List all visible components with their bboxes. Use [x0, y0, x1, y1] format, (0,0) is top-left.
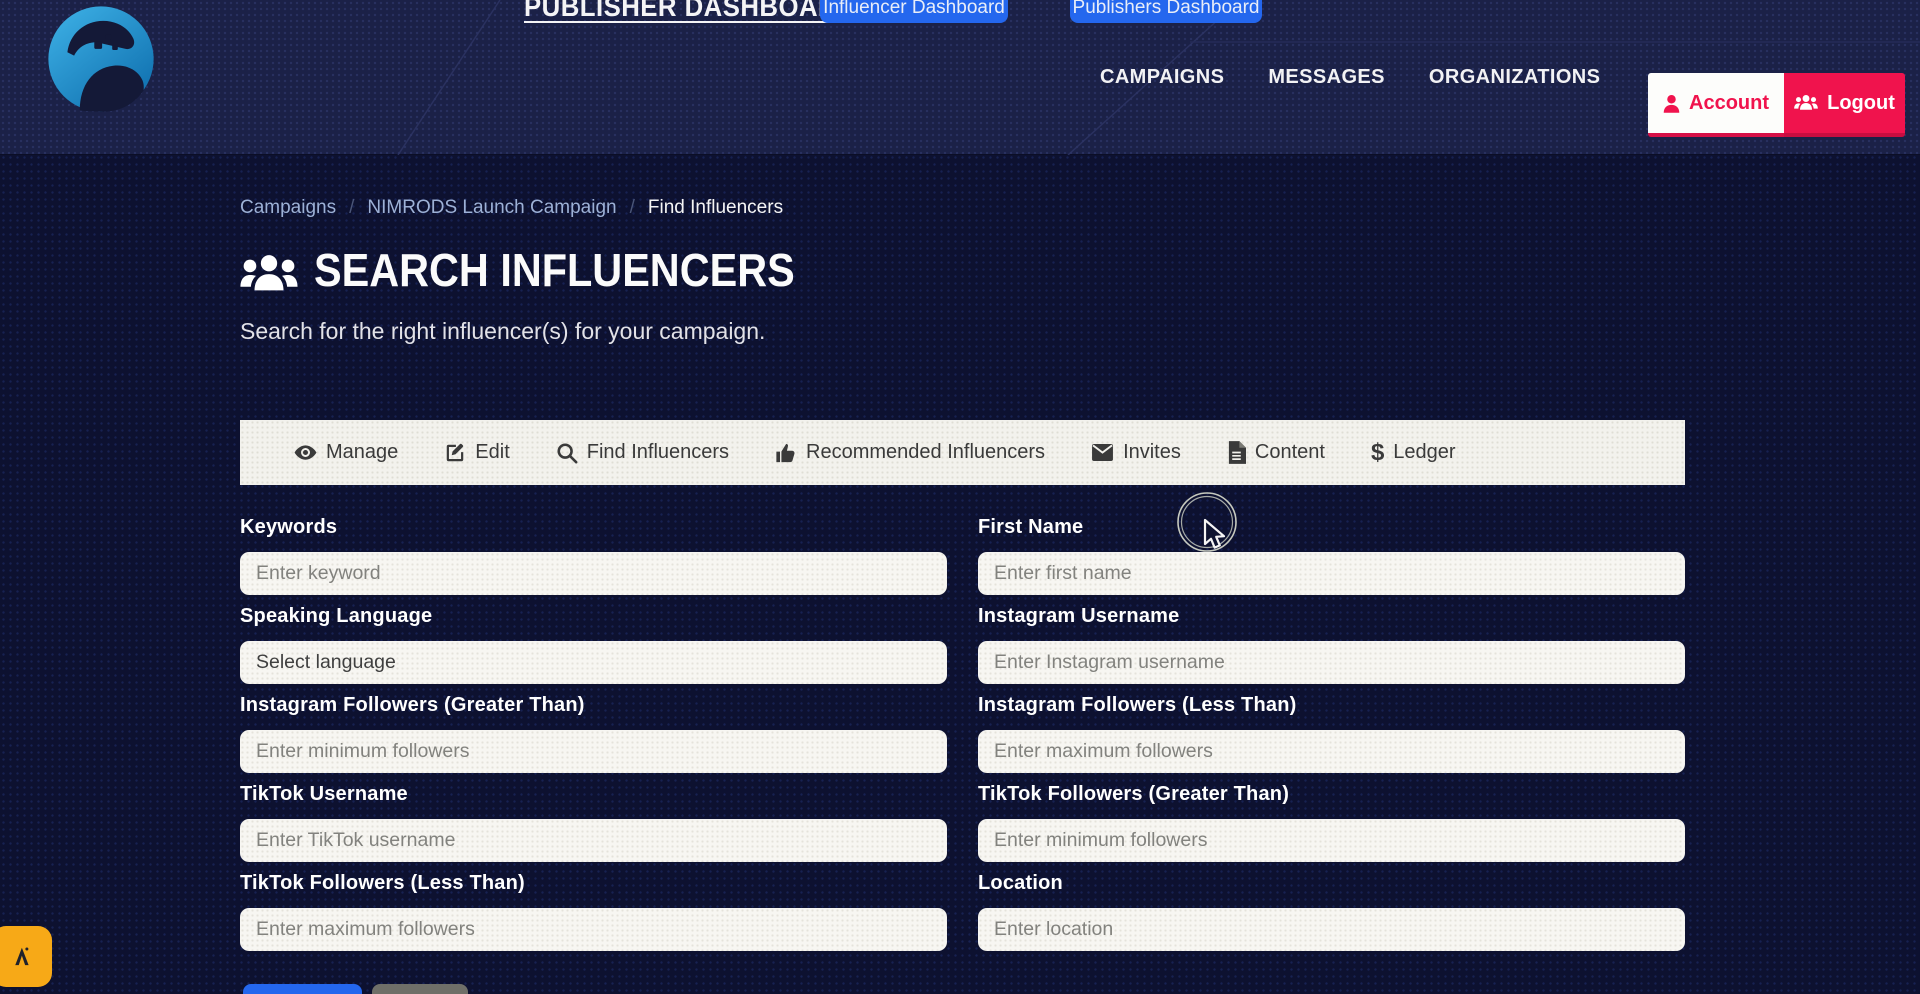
form-submit-button-partial[interactable]: [243, 984, 362, 994]
edit-icon: [444, 442, 466, 464]
field-label: TikTok Followers (Less Than): [240, 872, 947, 895]
tiktok-followers-min-input[interactable]: [978, 819, 1685, 862]
tab-edit[interactable]: Edit: [444, 441, 509, 464]
form-left-column: Keywords Speaking Language Select langua…: [240, 516, 947, 961]
dev-toolbar-badge[interactable]: [0, 926, 52, 987]
dollar-icon: $: [1371, 441, 1384, 465]
nav-organizations[interactable]: ORGANIZATIONS: [1429, 66, 1601, 89]
thumbs-up-icon: [775, 442, 797, 464]
campaign-tabbar: Manage Edit Find Influencers Recommended…: [240, 420, 1685, 485]
logout-button-label: Logout: [1827, 92, 1895, 115]
instagram-username-input[interactable]: [978, 641, 1685, 684]
tab-find-influencers[interactable]: Find Influencers: [556, 441, 729, 464]
keywords-input[interactable]: [240, 552, 947, 595]
breadcrumb-current: Find Influencers: [648, 197, 783, 219]
document-icon: [1227, 441, 1246, 464]
field-speaking-language: Speaking Language Select language: [240, 605, 947, 684]
field-instagram-username: Instagram Username: [978, 605, 1685, 684]
tab-ledger[interactable]: $ Ledger: [1371, 441, 1456, 465]
tab-label: Invites: [1123, 441, 1181, 464]
field-tiktok-followers-min: TikTok Followers (Greater Than): [978, 783, 1685, 862]
field-label: First Name: [978, 516, 1685, 539]
field-first-name: First Name: [978, 516, 1685, 595]
tab-label: Edit: [475, 441, 509, 464]
field-label: Instagram Followers (Greater Than): [240, 694, 947, 717]
location-input[interactable]: [978, 908, 1685, 951]
field-label: Instagram Followers (Less Than): [978, 694, 1685, 717]
field-label: TikTok Followers (Greater Than): [978, 783, 1685, 806]
tab-manage[interactable]: Manage: [294, 441, 398, 464]
tab-content[interactable]: Content: [1227, 441, 1325, 464]
tab-label: Ledger: [1393, 441, 1455, 464]
instagram-followers-max-input[interactable]: [978, 730, 1685, 773]
astro-a-icon: [7, 942, 37, 972]
vr-headset-logo[interactable]: [45, 3, 157, 115]
account-block: Account Logout: [1648, 73, 1905, 137]
nav-campaigns[interactable]: CAMPAIGNS: [1100, 66, 1224, 89]
logout-button[interactable]: Logout: [1784, 73, 1905, 137]
main-nav: CAMPAIGNS MESSAGES ORGANIZATIONS: [1100, 0, 1600, 155]
search-icon: [556, 442, 578, 464]
breadcrumb: Campaigns / NIMRODS Launch Campaign / Fi…: [240, 197, 783, 219]
tiktok-followers-max-input[interactable]: [240, 908, 947, 951]
field-tiktok-followers-max: TikTok Followers (Less Than): [240, 872, 947, 951]
tiktok-username-input[interactable]: [240, 819, 947, 862]
page-subtitle: Search for the right influencer(s) for y…: [240, 318, 765, 345]
instagram-followers-min-input[interactable]: [240, 730, 947, 773]
envelope-icon: [1091, 443, 1114, 462]
users-icon: [240, 253, 298, 297]
breadcrumb-campaign-name[interactable]: NIMRODS Launch Campaign: [367, 197, 616, 219]
tab-invites[interactable]: Invites: [1091, 441, 1181, 464]
account-button-label: Account: [1689, 92, 1769, 115]
account-button[interactable]: Account: [1648, 73, 1784, 137]
influencer-dashboard-button[interactable]: Influencer Dashboard: [820, 0, 1008, 23]
breadcrumb-campaigns[interactable]: Campaigns: [240, 197, 336, 219]
breadcrumb-separator: /: [630, 197, 635, 219]
tab-label: Manage: [326, 441, 398, 464]
header: PUBLISHER DASHBOARD Influencer Dashboard…: [0, 0, 1920, 155]
tab-label: Content: [1255, 441, 1325, 464]
tab-label: Find Influencers: [587, 441, 729, 464]
language-select-value: Select language: [256, 651, 396, 674]
field-label: TikTok Username: [240, 783, 947, 806]
page-title: SEARCH INFLUENCERS: [314, 243, 795, 297]
eye-icon: [294, 441, 317, 464]
field-label: Keywords: [240, 516, 947, 539]
field-label: Location: [978, 872, 1685, 895]
field-keywords: Keywords: [240, 516, 947, 595]
field-tiktok-username: TikTok Username: [240, 783, 947, 862]
language-select[interactable]: Select language: [240, 641, 947, 684]
form-right-column: First Name Instagram Username Instagram …: [978, 516, 1685, 961]
field-label: Speaking Language: [240, 605, 947, 628]
breadcrumb-separator: /: [349, 197, 354, 219]
field-instagram-followers-max: Instagram Followers (Less Than): [978, 694, 1685, 773]
form-secondary-button-partial[interactable]: [372, 984, 468, 994]
tab-label: Recommended Influencers: [806, 441, 1045, 464]
page: PUBLISHER DASHBOARD Influencer Dashboard…: [0, 0, 1920, 994]
field-location: Location: [978, 872, 1685, 951]
tab-recommended-influencers[interactable]: Recommended Influencers: [775, 441, 1045, 464]
first-name-input[interactable]: [978, 552, 1685, 595]
field-instagram-followers-min: Instagram Followers (Greater Than): [240, 694, 947, 773]
influencer-search-form: Keywords Speaking Language Select langua…: [240, 516, 1685, 961]
nav-messages[interactable]: MESSAGES: [1268, 66, 1385, 89]
users-group-icon: [1794, 94, 1818, 112]
publisher-dashboard-heading: PUBLISHER DASHBOARD: [524, 0, 856, 23]
header-decor-lines: [0, 0, 1920, 155]
field-label: Instagram Username: [978, 605, 1685, 628]
person-icon: [1663, 94, 1680, 113]
